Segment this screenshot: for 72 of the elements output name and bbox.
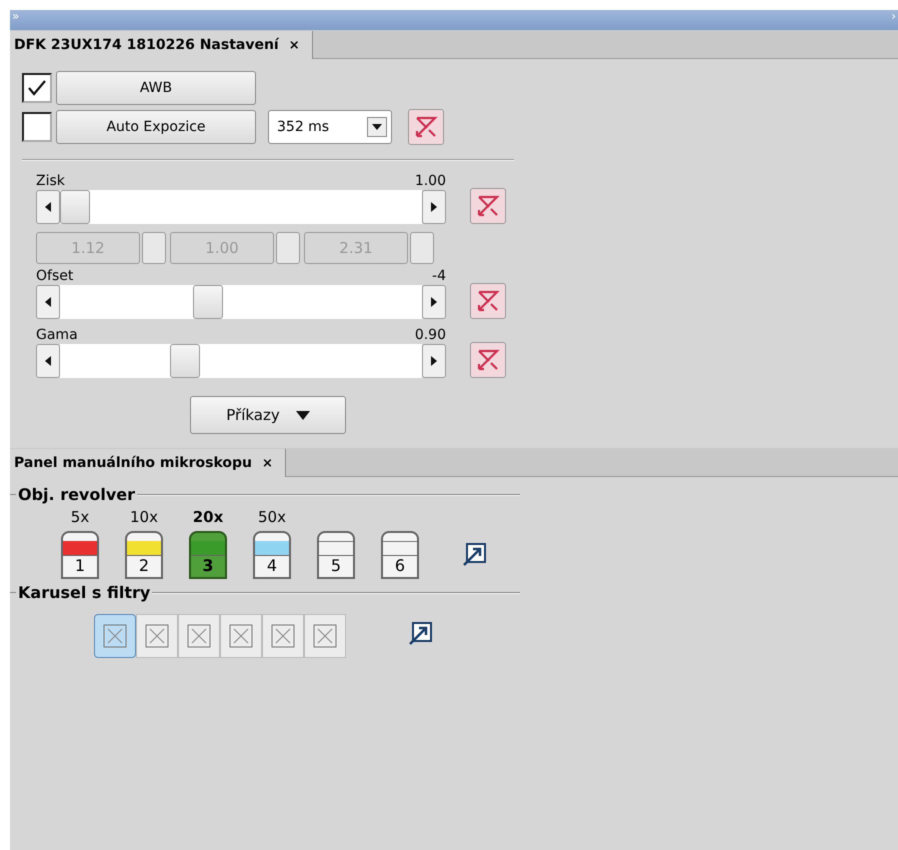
slider-thumb[interactable] xyxy=(170,344,200,378)
objective-button[interactable]: 6 xyxy=(381,531,419,579)
spin-arrows[interactable] xyxy=(410,232,434,264)
left-triangle-icon xyxy=(44,202,52,212)
objective-button[interactable]: 4 xyxy=(253,531,291,579)
close-button[interactable]: × xyxy=(262,456,273,470)
caret-down-icon xyxy=(296,410,310,420)
reset-button[interactable] xyxy=(470,342,506,378)
commands-button[interactable]: Příkazy xyxy=(190,396,346,434)
tab-title: Panel manuálního mikroskopu xyxy=(14,455,252,471)
right-arrow-button[interactable] xyxy=(422,344,446,378)
filter-slot[interactable] xyxy=(262,614,304,658)
tab-title: DFK 23UX174 1810226 Nastavení xyxy=(14,37,279,53)
filter-slot[interactable] xyxy=(178,614,220,658)
crossed-box-icon xyxy=(103,624,127,648)
panel-tab[interactable]: DFK 23UX174 1810226 Nastavení × xyxy=(10,31,313,59)
reset-icon xyxy=(414,115,438,139)
reset-icon xyxy=(476,289,500,313)
reset-button[interactable] xyxy=(470,188,506,224)
objective-button[interactable]: 5 xyxy=(317,531,355,579)
right-triangle-icon xyxy=(430,297,438,307)
objective-label: 20x xyxy=(192,508,224,527)
slider-value: 1.00 xyxy=(414,173,446,190)
reset-icon xyxy=(476,194,500,218)
left-arrow-button[interactable] xyxy=(36,285,60,319)
group-title: Obj. revolver xyxy=(18,485,136,504)
left-triangle-icon xyxy=(44,356,52,366)
checkmark-icon xyxy=(27,79,47,97)
exposure-dropdown[interactable]: 352 ms xyxy=(268,110,392,144)
left-triangle-icon xyxy=(44,297,52,307)
filter-slot[interactable] xyxy=(136,614,178,658)
slider-label: Gama xyxy=(36,327,78,344)
objective-button[interactable]: 1 xyxy=(61,531,99,579)
right-arrow-button[interactable] xyxy=(422,285,446,319)
dropdown-button[interactable] xyxy=(367,117,387,137)
checkbox[interactable] xyxy=(22,112,52,142)
filter-slot[interactable] xyxy=(220,614,262,658)
close-button[interactable]: × xyxy=(288,38,300,52)
objective-button[interactable]: 3 xyxy=(189,531,227,579)
auto-button[interactable]: AWB xyxy=(56,71,256,105)
slider-thumb[interactable] xyxy=(60,190,90,224)
objective-label: 10x xyxy=(130,508,158,527)
slider-label: Zisk xyxy=(36,173,65,190)
spin-arrows[interactable] xyxy=(142,232,166,264)
slider-thumb[interactable] xyxy=(192,285,223,319)
panel-tab[interactable]: Panel manuálního mikroskopu × xyxy=(10,449,286,477)
checkbox[interactable] xyxy=(22,73,52,103)
reset-button[interactable] xyxy=(408,109,444,145)
group-title: Karusel s filtry xyxy=(18,583,150,602)
reset-button[interactable] xyxy=(470,283,506,319)
auto-button[interactable]: Auto Expozice xyxy=(56,110,256,144)
filter-slot[interactable] xyxy=(304,614,346,658)
crossed-box-icon xyxy=(229,624,253,648)
objective-label: 50x xyxy=(258,508,286,527)
left-arrow-button[interactable] xyxy=(36,344,60,378)
caret-down-icon xyxy=(372,124,382,130)
right-triangle-icon xyxy=(430,202,438,212)
crossed-box-icon xyxy=(313,624,337,648)
right-triangle-icon xyxy=(430,356,438,366)
spin-arrows[interactable] xyxy=(276,232,300,264)
filter-slot[interactable] xyxy=(94,614,136,658)
slider-label: Ofset xyxy=(36,268,74,285)
objective-label: 5x xyxy=(70,508,90,527)
slider-value: 0.90 xyxy=(414,327,446,344)
crossed-box-icon xyxy=(145,624,169,648)
left-arrow-button[interactable] xyxy=(36,190,60,224)
objective-button[interactable]: 2 xyxy=(125,531,163,579)
slider-value: -4 xyxy=(432,268,446,285)
crossed-box-icon xyxy=(187,624,211,648)
right-arrow-button[interactable] xyxy=(422,190,446,224)
reset-icon xyxy=(476,348,500,372)
crossed-box-icon xyxy=(271,624,295,648)
